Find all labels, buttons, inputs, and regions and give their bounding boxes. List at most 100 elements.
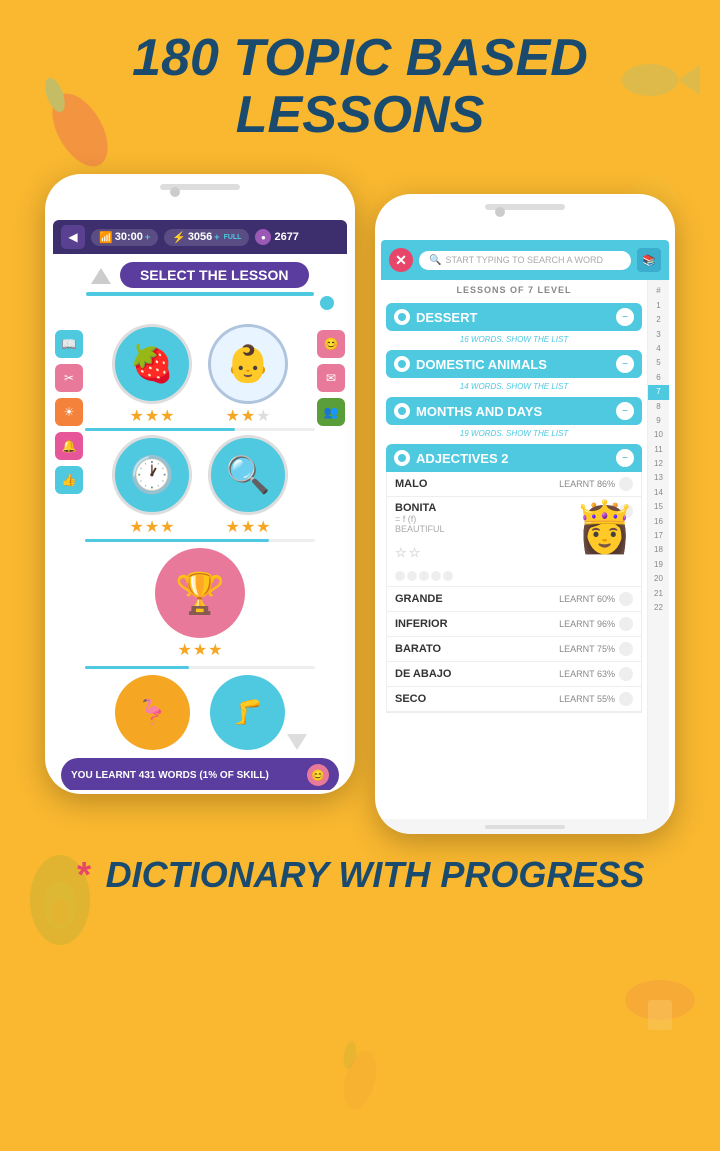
- scissors-icon[interactable]: ✂: [55, 364, 83, 392]
- lesson-dessert[interactable]: DESSERT −: [386, 303, 642, 331]
- sidebar-3[interactable]: 3: [656, 328, 660, 342]
- sidebar-13[interactable]: 13: [654, 471, 663, 485]
- barato-learnt: LEARNT 75%: [559, 642, 633, 656]
- word-de-abajo[interactable]: DE ABAJO LEARNT 63%: [387, 662, 641, 687]
- sidebar-20[interactable]: 20: [654, 572, 663, 586]
- thumb-icon[interactable]: 👍: [55, 466, 83, 494]
- header: 180 TOPIC BASED LESSONS: [0, 0, 720, 164]
- months-dot: [394, 403, 410, 419]
- magnifier-stars: ★ ★ ★: [225, 517, 270, 537]
- sidebar-15[interactable]: 15: [654, 500, 663, 514]
- sidebar-11[interactable]: 11: [654, 443, 662, 457]
- sidebar-2[interactable]: 2: [656, 313, 660, 327]
- p1-bottom-row: 🦩 🦵: [85, 671, 315, 754]
- baby-stars: ★ ★ ★: [225, 406, 270, 426]
- p2-book-button[interactable]: 📚: [637, 248, 661, 272]
- sidebar-16[interactable]: 16: [654, 515, 663, 529]
- footer-star-icon: *: [76, 854, 90, 895]
- sidebar-10[interactable]: 10: [654, 428, 663, 442]
- p1-trophy-section: 🏆 ★ ★ ★: [85, 544, 315, 664]
- p2-home-indicator: [485, 825, 565, 829]
- months-label: MONTHS AND DAYS: [416, 404, 542, 419]
- lesson-clock[interactable]: 🕐 ★ ★ ★: [112, 435, 192, 537]
- p1-lessons-area: 📖 ✂ ☀ 🔔 👍 😊 ✉ 👥 🍓 ★: [53, 320, 347, 754]
- phone-1: ◀ 📶 30:00 + ⚡ 3056 + FULL ● 2677: [45, 174, 355, 794]
- phone-2-camera: [495, 207, 505, 217]
- adj-dot: [394, 450, 410, 466]
- baby-circle: 👶: [208, 324, 288, 404]
- p2-word-list: MALO LEARNT 86% BONITA = f (f): [386, 472, 642, 713]
- inferior-learnt: LEARNT 96%: [559, 617, 633, 631]
- lesson-baby[interactable]: 👶 ★ ★ ★: [208, 324, 288, 426]
- book-icon[interactable]: 📖: [55, 330, 83, 358]
- sidebar-8[interactable]: 8: [656, 400, 660, 414]
- lightning-icon: ⚡: [172, 231, 186, 244]
- word-bonita[interactable]: BONITA = f (f) BEAUTIFUL ☆ ☆: [387, 497, 641, 587]
- p1-sidebar-left: 📖 ✂ ☀ 🔔 👍: [55, 320, 83, 494]
- sidebar-6[interactable]: 6: [656, 371, 660, 385]
- p1-statusbar: ◀ 📶 30:00 + ⚡ 3056 + FULL ● 2677: [53, 220, 347, 254]
- p2-search-input[interactable]: 🔍 START TYPING TO SEARCH A WORD: [419, 251, 631, 270]
- sidebar-14[interactable]: 14: [654, 486, 663, 500]
- p2-close-button[interactable]: ✕: [389, 248, 413, 272]
- p1-coins: ● 2677: [255, 229, 298, 245]
- lesson-strawberry[interactable]: 🍓 ★ ★ ★: [112, 324, 192, 426]
- p2-bottom-bar: [381, 819, 669, 834]
- triangle-down-icon: [287, 734, 307, 750]
- coin-icon: ●: [255, 229, 271, 245]
- search-icon: 🔍: [429, 255, 441, 266]
- word-seco[interactable]: SECO LEARNT 55%: [387, 687, 641, 712]
- de-abajo-learnt: LEARNT 63%: [559, 667, 633, 681]
- word-inferior[interactable]: INFERIOR LEARNT 96%: [387, 612, 641, 637]
- p1-lesson-title: SELECT THE LESSON: [120, 262, 309, 288]
- sidebar-18[interactable]: 18: [654, 543, 663, 557]
- sidebar-hash[interactable]: #: [656, 284, 660, 298]
- word-malo[interactable]: MALO LEARNT 86%: [387, 472, 641, 497]
- bell-icon[interactable]: 🔔: [55, 432, 83, 460]
- word-barato[interactable]: BARATO LEARNT 75%: [387, 637, 641, 662]
- malo-learnt: LEARNT 86%: [559, 477, 633, 491]
- lesson-domestic-animals[interactable]: DOMESTIC ANIMALS −: [386, 350, 642, 378]
- p1-xp-stat: ⚡ 3056 + FULL: [164, 229, 249, 246]
- phone-1-camera: [170, 187, 180, 197]
- domestic-arrow: −: [616, 355, 634, 373]
- p2-content: LESSONS OF 7 LEVEL DESSERT − 16 WORDS. S…: [381, 280, 669, 819]
- sidebar-5[interactable]: 5: [656, 356, 660, 370]
- trophy-circle[interactable]: 🏆: [155, 548, 245, 638]
- bonita-dots: [395, 571, 453, 581]
- sidebar-19[interactable]: 19: [654, 558, 663, 572]
- lesson-flamingo[interactable]: 🦩: [115, 675, 190, 750]
- people-icon[interactable]: 👥: [317, 398, 345, 426]
- leg-circle: 🦵: [210, 675, 285, 750]
- sidebar-12[interactable]: 12: [654, 457, 663, 471]
- months-arrow: −: [616, 402, 634, 420]
- word-grande[interactable]: GRANDE LEARNT 60%: [387, 587, 641, 612]
- sidebar-17[interactable]: 17: [654, 529, 663, 543]
- strawberry-stars: ★ ★ ★: [129, 406, 174, 426]
- lesson-magnifier[interactable]: 🔍 ★ ★ ★: [208, 435, 288, 537]
- p1-row1-progress: [85, 428, 315, 431]
- bonita-character: 👸: [574, 502, 636, 552]
- p1-footer-icon[interactable]: 😊: [307, 764, 329, 786]
- lesson-months-days[interactable]: MONTHS AND DAYS −: [386, 397, 642, 425]
- adjectives-section[interactable]: ADJECTIVES 2 −: [386, 444, 642, 472]
- sidebar-7[interactable]: 7: [648, 385, 669, 399]
- sidebar-21[interactable]: 21: [654, 587, 663, 601]
- p1-back-button[interactable]: ◀: [61, 225, 85, 249]
- lessons-row-2: 🕐 ★ ★ ★ 🔍 ★ ★ ★: [85, 435, 315, 537]
- p2-main-content: LESSONS OF 7 LEVEL DESSERT − 16 WORDS. S…: [381, 280, 647, 819]
- sidebar-22[interactable]: 22: [654, 601, 663, 615]
- p2-level-label: LESSONS OF 7 LEVEL: [381, 280, 647, 300]
- magnifier-circle: 🔍: [208, 435, 288, 515]
- p1-trophy-progress: [85, 666, 315, 669]
- sidebar-1[interactable]: 1: [656, 299, 660, 313]
- lesson-leg[interactable]: 🦵: [210, 675, 285, 750]
- mail-icon[interactable]: ✉: [317, 364, 345, 392]
- sidebar-4[interactable]: 4: [656, 342, 660, 356]
- sun-icon[interactable]: ☀: [55, 398, 83, 426]
- sidebar-9[interactable]: 9: [656, 414, 660, 428]
- strawberry-circle: 🍓: [112, 324, 192, 404]
- face-icon[interactable]: 😊: [317, 330, 345, 358]
- adj-label: ADJECTIVES 2: [416, 451, 508, 466]
- domestic-dot: [394, 356, 410, 372]
